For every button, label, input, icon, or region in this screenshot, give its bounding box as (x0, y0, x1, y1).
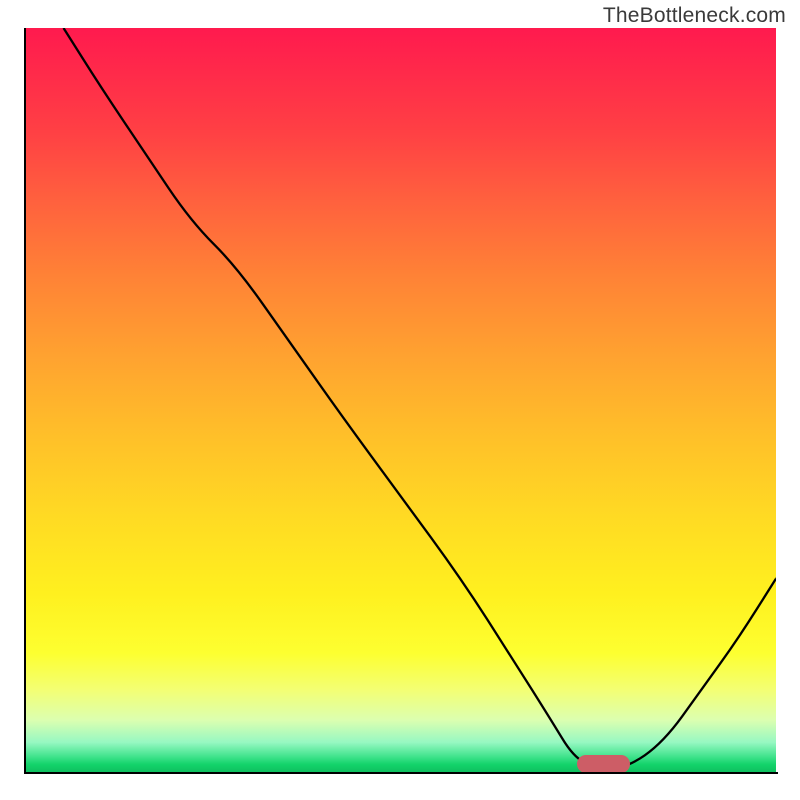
watermark-text: TheBottleneck.com (603, 4, 786, 28)
y-axis (24, 28, 26, 774)
x-axis (24, 772, 778, 774)
bottleneck-curve (64, 28, 777, 768)
chart-curve-svg (26, 28, 776, 772)
chart-plot-area (26, 28, 776, 772)
optimal-marker (577, 755, 630, 773)
